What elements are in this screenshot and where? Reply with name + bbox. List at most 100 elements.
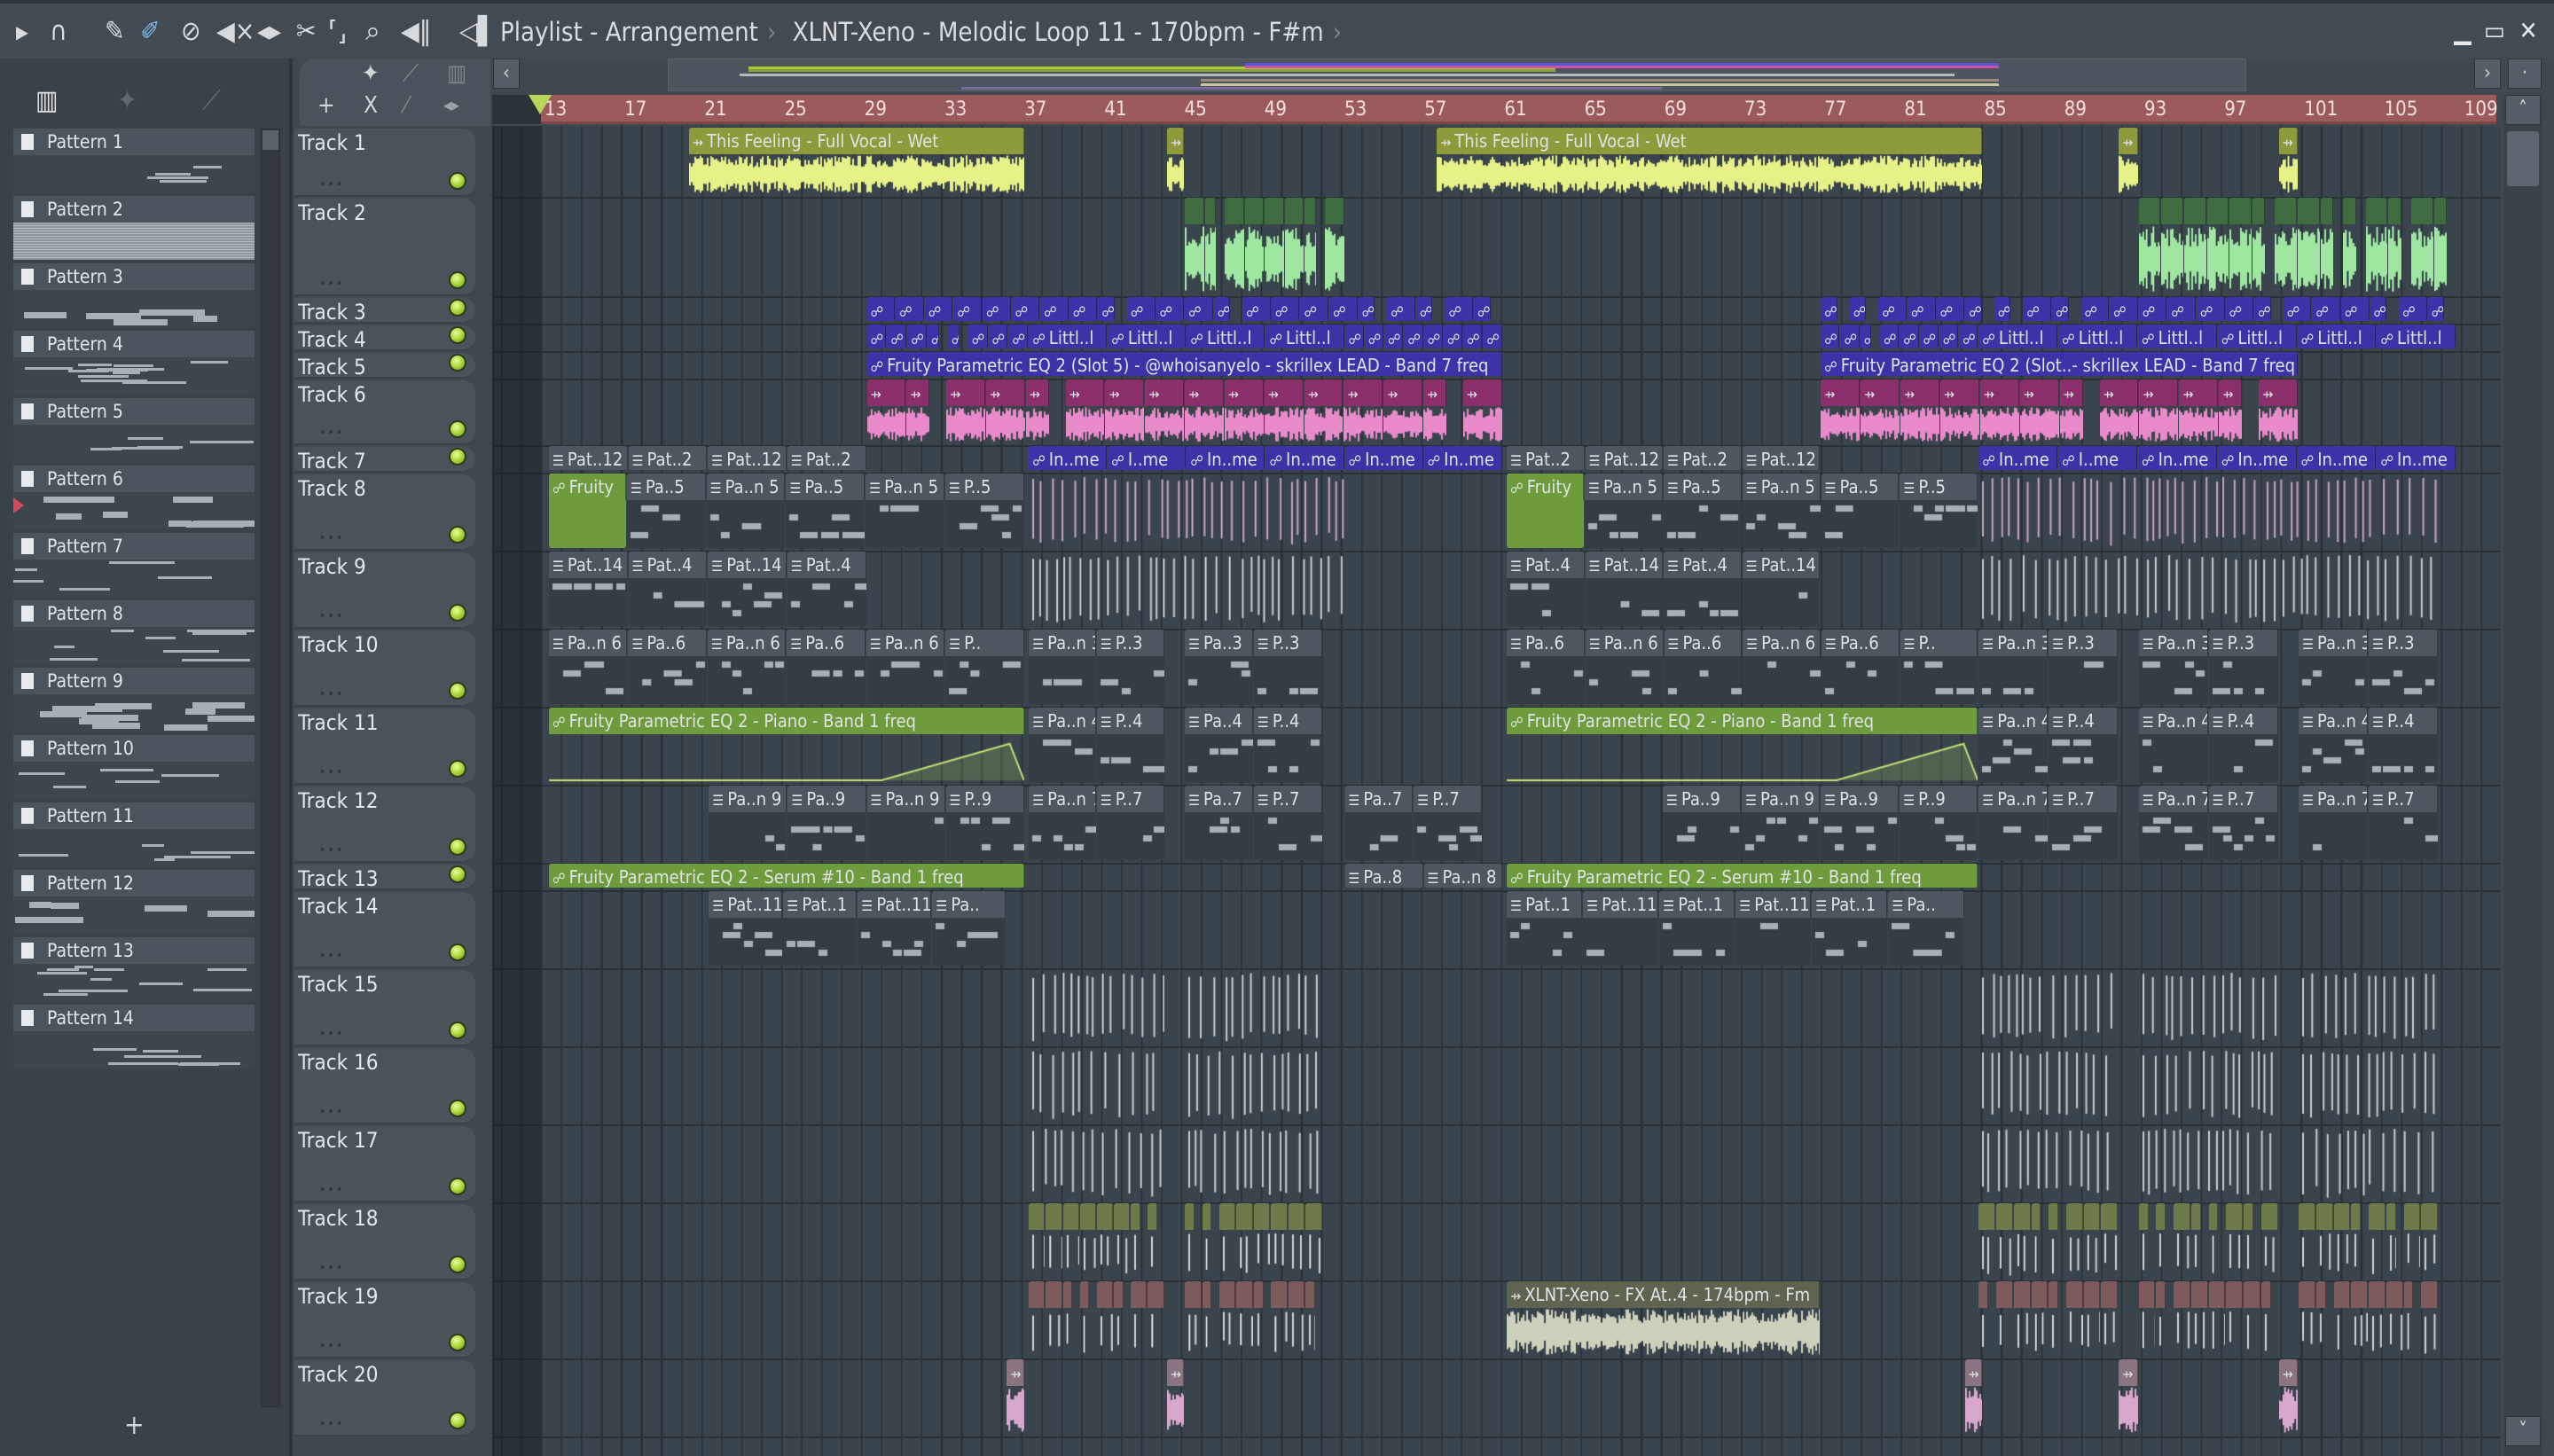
clip-header[interactable]: ☍	[2167, 297, 2196, 321]
clip-header[interactable]: ☍	[2283, 297, 2312, 321]
playlist-clip[interactable]: ☍	[1156, 297, 1185, 321]
playlist-clip[interactable]	[1185, 1125, 1322, 1200]
clip-header[interactable]: ☰ Pa..4	[1185, 708, 1253, 734]
playlist-clip[interactable]: ☰ Pa..n 9	[1742, 786, 1821, 860]
playlist-clip[interactable]: ☍ Fruity Parametric EQ 2 - Piano - Band 1…	[1507, 708, 1978, 782]
playlist-clip[interactable]	[2421, 1203, 2438, 1278]
clip-header[interactable]: ⇸	[866, 380, 906, 406]
clip-header[interactable]: ☰ P..7	[2049, 786, 2119, 812]
playlist-clip[interactable]: ☰ Pat..14	[708, 552, 787, 626]
clip-header[interactable]: ☍	[866, 325, 887, 348]
playlist-clip[interactable]: ☰ Pat..12	[1585, 446, 1664, 470]
playlist-clip[interactable]: ☰ Pa..n 6	[549, 630, 628, 704]
waveform-icon[interactable]: ✦	[362, 60, 380, 87]
playlist-clip[interactable]: ☍ Littl..l	[2137, 325, 2217, 348]
playlist-clip[interactable]: ☰ Pa..5	[1821, 474, 1900, 548]
playlist-clip[interactable]: ⇸	[2019, 380, 2059, 442]
playlist-clip[interactable]: ⇸	[2219, 380, 2243, 442]
vertical-scrollbar-thumb[interactable]	[2507, 131, 2539, 186]
clip-header[interactable]: ☍	[866, 297, 896, 321]
playlist-clip[interactable]: ☍	[1821, 325, 1840, 348]
playlist-clip[interactable]: ☰ Pat..2	[787, 446, 866, 470]
clip-header[interactable]	[1978, 1281, 1989, 1308]
playlist-clip[interactable]: ☍	[2138, 297, 2167, 321]
clip-header[interactable]	[2298, 198, 2320, 224]
clip-header[interactable]: ☰ Pa..n 5	[706, 474, 786, 500]
clip-header[interactable]: ⇸	[1166, 128, 1185, 154]
clip-header[interactable]: ☍	[1213, 297, 1231, 321]
clip-header[interactable]: ☍	[1959, 325, 1978, 348]
clip-header[interactable]: ☰ Pat..14	[1742, 552, 1821, 578]
clip-header[interactable]: ☍	[1415, 297, 1433, 321]
playlist-clip[interactable]: ⇸	[1145, 380, 1185, 442]
clip-header[interactable]: ☍	[2023, 297, 2051, 321]
playlist-clip[interactable]: ⇸	[1224, 380, 1264, 442]
clip-header[interactable]: ☰ P..	[945, 630, 1024, 656]
playlist-clip[interactable]: ☍ I..me	[1108, 446, 1187, 470]
track-header[interactable]: Track 5	[294, 353, 475, 380]
clip-header[interactable]	[2244, 1203, 2253, 1230]
clip-header[interactable]: ☰ Pat..2	[1664, 446, 1742, 470]
playlist-clip[interactable]: ☰ P..3	[1253, 630, 1322, 704]
playlist-clip[interactable]	[2244, 1203, 2253, 1278]
clip-header[interactable]: ☍ Fruity Parametric EQ 2 - Serum #10 - Ba…	[549, 864, 1024, 888]
playlist-clip[interactable]: ☍	[1900, 325, 1919, 348]
clip-header[interactable]: ☍	[1821, 297, 1837, 321]
clip-header[interactable]: ☰ Pa..n 6	[866, 630, 945, 656]
playlist-clip[interactable]: ☍	[1880, 325, 1900, 348]
add-pattern-button[interactable]: +	[124, 1410, 145, 1441]
playlist-clip[interactable]	[2183, 198, 2206, 294]
track-options-icon[interactable]: •••	[319, 609, 344, 623]
playlist-clip[interactable]	[1265, 198, 1284, 294]
track-options-icon[interactable]: •••	[319, 949, 344, 963]
playlist-clip[interactable]	[1131, 1281, 1148, 1356]
clip-header[interactable]: ☍	[2312, 297, 2340, 321]
track-options-icon[interactable]: •••	[319, 1339, 344, 1353]
track-header[interactable]: Track 16 •••	[294, 1048, 475, 1124]
clip-header[interactable]: ☰ Pat..2	[628, 446, 708, 470]
playlist-clip[interactable]	[2013, 1203, 2031, 1278]
playlist-clip[interactable]: ☍	[2312, 297, 2340, 321]
clip-header[interactable]	[2260, 1281, 2271, 1308]
playlist-clip[interactable]: ☰ Pa..6	[1507, 630, 1585, 704]
playlist-clip[interactable]: ☍	[1364, 325, 1384, 348]
clip-header[interactable]	[1265, 198, 1284, 224]
playlist-clip[interactable]	[1046, 1203, 1062, 1278]
playlist-clip[interactable]: ☍	[1443, 325, 1463, 348]
clip-header[interactable]	[2299, 1203, 2315, 1230]
pattern-item[interactable]: Pattern 13	[13, 937, 255, 1005]
playlist-clip[interactable]: ☰ Pa..5	[786, 474, 866, 548]
playlist-clip[interactable]	[2388, 198, 2401, 294]
playlist-clip[interactable]: ☍	[2110, 297, 2138, 321]
clip-header[interactable]: ⇸	[986, 380, 1025, 406]
clip-header[interactable]: ☍	[1387, 297, 1415, 321]
zoom-icon[interactable]: ⌕	[365, 16, 380, 48]
clip-header[interactable]: ☍ In..me	[2137, 446, 2217, 470]
pattern-item[interactable]: Pattern 7	[13, 533, 255, 600]
playlist-clip[interactable]	[2190, 1281, 2208, 1356]
track-options-icon[interactable]: •••	[319, 277, 344, 291]
clip-header[interactable]: ☍	[1907, 297, 1936, 321]
playlist-clip[interactable]: ☰ Pat..1	[1659, 891, 1735, 966]
clip-header[interactable]: ☰ Pa..5	[1663, 474, 1742, 500]
clip-header[interactable]	[2208, 1203, 2219, 1230]
playlist-clip[interactable]: ☰ Pa..n 6	[1743, 630, 1821, 704]
playlist-clip[interactable]: ☍ In..me	[2297, 446, 2377, 470]
playlist-clip[interactable]	[2101, 1203, 2119, 1278]
scroll-up-icon[interactable]: ˄	[2505, 95, 2541, 125]
playlist-clip[interactable]	[2343, 198, 2356, 294]
clip-header[interactable]: ☰ Pa..6	[1821, 630, 1900, 656]
track-options-icon[interactable]: •••	[319, 1105, 344, 1119]
playlist-clip[interactable]	[1219, 1203, 1236, 1278]
pattern-header[interactable]: Pattern 14	[13, 1005, 255, 1031]
magnet-icon[interactable]: ∩	[50, 16, 67, 48]
playlist-clip[interactable]: ☍ Littl..l	[2217, 325, 2297, 348]
clip-header[interactable]	[2320, 198, 2333, 224]
playlist-clip[interactable]: ☰ Pa..n 5	[1585, 474, 1663, 548]
clip-header[interactable]: ☍	[2138, 297, 2167, 321]
clip-header[interactable]: ☍ In..me	[2217, 446, 2297, 470]
track-options-icon[interactable]: •••	[319, 1183, 344, 1197]
playlist-clip[interactable]: ☍	[1126, 297, 1156, 321]
clip-header[interactable]: ☰ P..7	[2208, 786, 2278, 812]
clip-header[interactable]: ☍	[1463, 325, 1483, 348]
